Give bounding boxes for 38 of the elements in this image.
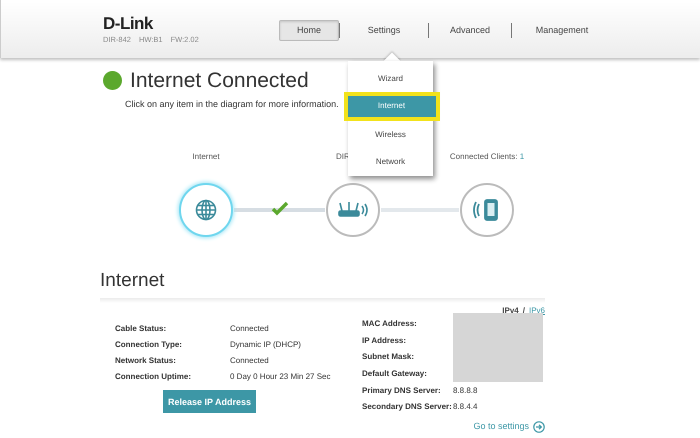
node-label: Connected Clients: 1: [450, 151, 524, 163]
menu-item[interactable]: Network: [348, 148, 433, 176]
separator: /: [522, 306, 525, 315]
logo[interactable]: D-Link: [103, 15, 153, 32]
globe-icon: [195, 199, 217, 221]
field-label: Default Gateway:: [362, 368, 428, 380]
field-value: 8.8.4.4: [453, 402, 478, 413]
status-title: Internet Connected: [130, 70, 309, 91]
field-value: 8.8.8.8: [453, 386, 478, 396]
field-value: Connected: [230, 356, 270, 366]
nav-tab[interactable]: Settings: [340, 20, 428, 41]
menu-item[interactable]: Wireless: [348, 122, 433, 149]
ip-version-tab[interactable]: IPv4: [502, 306, 519, 315]
field-label: Network Status:: [115, 356, 177, 366]
nav-tab[interactable]: Home: [279, 20, 339, 41]
field-label: Secondary DNS Server:: [362, 402, 453, 413]
status-subtitle: Click on any item in the diagram for more information.: [125, 98, 339, 111]
nav-tab[interactable]: Advanced: [429, 20, 511, 41]
node-label: Internet: [192, 151, 220, 163]
field-label: IP Address:: [362, 336, 408, 346]
field-label: Primary DNS Server:: [362, 386, 442, 396]
field-label: Connection Uptime:: [115, 372, 192, 382]
tablet-icon: [473, 199, 501, 221]
diagram-node[interactable]: [179, 183, 233, 237]
field-label: Subnet Mask:: [362, 352, 416, 363]
field-label: MAC Address:: [362, 319, 418, 330]
section-title: Internet: [100, 271, 166, 290]
field-label: Cable Status:: [115, 324, 168, 334]
router-icon: [337, 201, 369, 219]
field-value: Dynamic IP (DHCP): [230, 340, 302, 350]
arrow-circle-icon: [533, 420, 545, 433]
diagram-node[interactable]: [460, 183, 514, 237]
diagram-node[interactable]: [326, 183, 380, 237]
menu-item[interactable]: Wizard: [348, 65, 433, 92]
field-value: Connected: [230, 324, 270, 334]
field-value: 0 Day 0 Hour 23 Min 27 Sec: [230, 372, 332, 382]
field-label: Connection Type:: [115, 340, 183, 350]
nav-tab[interactable]: Management: [512, 20, 612, 41]
